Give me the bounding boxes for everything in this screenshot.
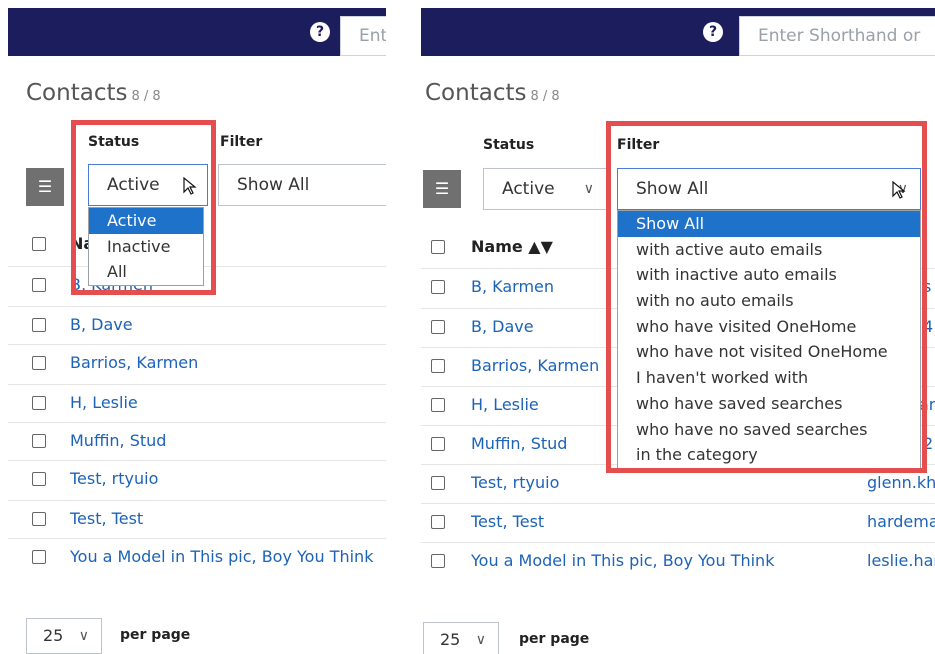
list-view-icon[interactable]: ☰ [26,168,64,206]
contact-name-link[interactable]: H, Leslie [70,393,138,412]
table-row: H, Leslie [8,384,386,422]
help-icon[interactable]: ? [310,22,330,42]
per-page-label: per page [519,631,590,647]
row-checkbox[interactable] [32,472,46,486]
chevron-down-icon: ∨ [78,628,89,644]
annotation-highlight-box [71,120,216,295]
contact-count: 8 / 8 [530,89,560,104]
row-checkbox[interactable] [32,434,46,448]
row-checkbox[interactable] [32,512,46,526]
page-title: Contacts 8 / 8 [425,80,560,106]
contact-email-link[interactable]: hardema [867,512,935,531]
contact-name-link[interactable]: Test, rtyuio [471,473,559,492]
table-row: Muffin, Stud [8,422,386,460]
per-page-label: per page [120,627,191,643]
right-screenshot-panel: ? Enter Shorthand or Contacts 8 / 8 Statu… [421,0,935,654]
filter-select-value: Show All [237,175,310,195]
contact-name-link[interactable]: Test, Test [471,512,544,531]
contact-name-link[interactable]: Test, rtyuio [70,469,158,488]
table-row: Test, rtyuio [8,460,386,498]
help-icon[interactable]: ? [703,22,723,42]
contact-email-link[interactable]: leslie.har [867,551,935,570]
row-checkbox[interactable] [431,476,445,490]
per-page-value: 25 [440,630,461,649]
page-title-text: Contacts [26,80,128,106]
table-row: Test, Test [8,500,386,538]
left-screenshot-panel: ? Ent Contacts 8 / 8 Status Filter ☰ Acti… [8,0,386,654]
list-view-icon[interactable]: ☰ [423,170,461,208]
contact-name-link[interactable]: B, Dave [70,315,133,334]
chevron-down-icon: ∨ [475,632,486,648]
row-checkbox[interactable] [32,356,46,370]
row-checkbox[interactable] [32,396,46,410]
table-row: Test, Test hardema [421,503,935,541]
shorthand-search-input[interactable]: Ent [340,16,386,56]
status-select[interactable]: Active ∨ [483,168,607,210]
chevron-down-icon: ∨ [583,181,594,197]
contact-name-link[interactable]: Muffin, Stud [471,434,567,453]
status-select-value: Active [502,179,555,199]
contact-name-link[interactable]: Barrios, Karmen [70,353,198,372]
contact-name-link[interactable]: B, Karmen [471,277,554,296]
per-page-select[interactable]: 25 ∨ [423,622,499,654]
filter-select[interactable]: Show All [218,164,386,206]
row-checkbox[interactable] [431,320,445,334]
contact-name-link[interactable]: Test, Test [70,509,143,528]
contact-name-link[interactable]: Barrios, Karmen [471,356,599,375]
contact-name-link[interactable]: Muffin, Stud [70,431,166,450]
row-checkbox[interactable] [431,554,445,568]
row-checkbox[interactable] [32,318,46,332]
contact-name-link[interactable]: You a Model in This pic, Boy You Think [70,547,373,566]
status-label: Status [483,137,535,153]
page-title: Contacts 8 / 8 [26,80,161,106]
row-checkbox[interactable] [431,359,445,373]
row-checkbox[interactable] [32,550,46,564]
table-row: Barrios, Karmen [8,344,386,382]
row-checkbox[interactable] [431,437,445,451]
shorthand-search-input[interactable]: Enter Shorthand or [739,16,935,56]
row-checkbox[interactable] [431,280,445,294]
annotation-highlight-box [606,121,927,473]
per-page-value: 25 [43,626,64,645]
top-navbar: ? Ent [8,8,386,56]
row-checkbox[interactable] [431,515,445,529]
top-navbar: ? Enter Shorthand or [421,8,935,56]
contact-name-link[interactable]: You a Model in This pic, Boy You Think [471,551,774,570]
name-column-header[interactable]: Name ▲▼ [471,237,553,256]
per-page-select[interactable]: 25 ∨ [26,618,102,654]
row-checkbox[interactable] [431,398,445,412]
contact-name-link[interactable]: H, Leslie [471,395,539,414]
select-all-checkbox[interactable] [431,240,445,254]
select-all-checkbox[interactable] [32,237,46,251]
table-row: B, Dave [8,306,386,344]
contact-email-link[interactable]: glenn.kh [867,473,935,492]
table-row: You a Model in This pic, Boy You Think l… [421,542,935,580]
row-checkbox[interactable] [32,278,46,292]
table-row: You a Model in This pic, Boy You Think [8,538,386,576]
contact-count: 8 / 8 [131,89,161,104]
page-title-text: Contacts [425,80,527,106]
filter-label: Filter [220,134,263,150]
contact-name-link[interactable]: B, Dave [471,317,534,336]
